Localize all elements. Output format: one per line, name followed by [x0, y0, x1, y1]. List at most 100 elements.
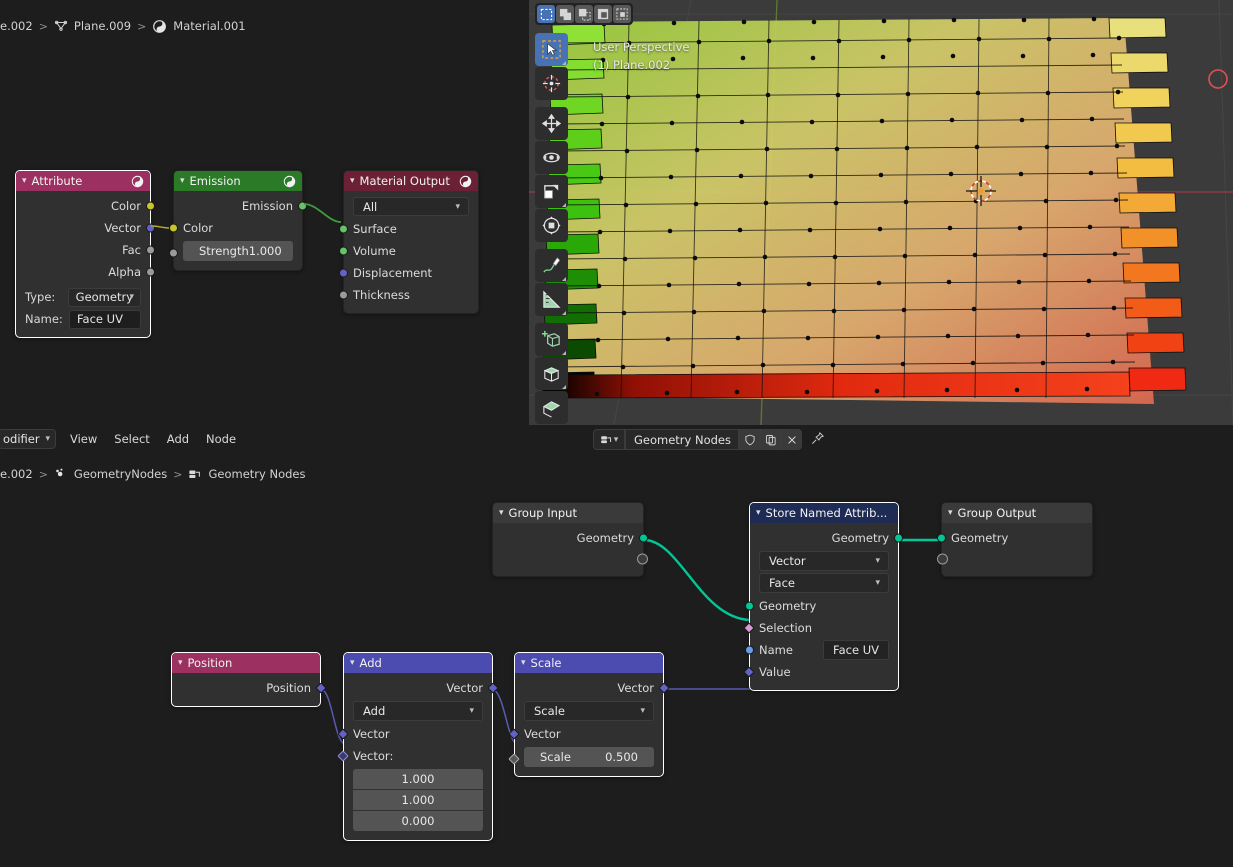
vector-y-field[interactable]: 1.000	[353, 790, 483, 810]
node-group-output[interactable]: ▾ Group Output Geometry	[937, 502, 1093, 577]
node-store-named-attribute[interactable]: ▾ Store Named Attrib... Geometry Vector …	[743, 502, 903, 691]
data-type-dropdown[interactable]: Vector ▾	[759, 551, 889, 571]
socket-virtual-add[interactable]	[637, 553, 648, 565]
viewport-3d[interactable]: User Perspective (1) Plane.002	[529, 0, 1233, 425]
measure-tool[interactable]	[535, 283, 568, 316]
chevron-down-icon[interactable]: ▾	[350, 176, 355, 186]
socket-vector-b[interactable]	[337, 750, 349, 762]
socket-color[interactable]	[146, 201, 155, 211]
socket-name[interactable]	[745, 645, 754, 655]
socket-position-out[interactable]	[315, 682, 327, 694]
chevron-down-icon[interactable]: ▾	[178, 658, 183, 668]
render-target-dropdown[interactable]: All ▾	[353, 197, 469, 216]
menu-view[interactable]: View	[70, 432, 97, 446]
node-group-type-button[interactable]: ▾	[593, 429, 625, 450]
cursor-tool[interactable]	[535, 67, 568, 100]
node-vector-math-add-header[interactable]: ▾ Add	[344, 653, 492, 673]
menu-select[interactable]: Select	[114, 432, 149, 446]
scale-tool[interactable]	[535, 175, 568, 208]
node-emission-header[interactable]: ▾ Emission	[174, 171, 302, 191]
socket-vector-in[interactable]	[508, 728, 520, 740]
socket-displacement[interactable]	[339, 268, 348, 278]
editor-type-selector[interactable]: odifier ▾	[0, 429, 56, 449]
move-tool[interactable]	[535, 107, 568, 140]
unlink-x-icon[interactable]	[781, 429, 802, 450]
geo-breadcrumb-nodetree[interactable]: Geometry Nodes	[208, 467, 305, 481]
annotate-tool[interactable]	[535, 249, 568, 282]
viewport-toolbar[interactable]	[535, 33, 568, 425]
node-store-named-attribute-header[interactable]: ▾ Store Named Attrib...	[750, 503, 898, 523]
socket-color-in[interactable]	[169, 223, 178, 233]
socket-thickness[interactable]	[339, 290, 348, 300]
socket-volume[interactable]	[339, 246, 348, 256]
socket-scale-in[interactable]	[508, 753, 520, 765]
socket-geometry-in[interactable]	[937, 533, 946, 543]
node-attribute[interactable]: ▾ Attribute Color Vector Fac Alpha Type:…	[15, 170, 155, 338]
transform-tool[interactable]	[535, 209, 568, 242]
vector-z-field[interactable]: 0.000	[353, 811, 483, 831]
node-vector-math-add[interactable]: ▾ Add Vector Add ▾ Vector Vector: 1.000	[337, 652, 499, 841]
socket-vector-a[interactable]	[337, 728, 349, 740]
attribute-name-field[interactable]: Face UV	[823, 640, 889, 660]
domain-dropdown[interactable]: Face ▾	[759, 573, 889, 593]
node-emission[interactable]: ▾ Emission Emission Color Strength 1.000	[169, 170, 307, 271]
breadcrumb-material[interactable]: Material.001	[173, 19, 245, 33]
node-position[interactable]: ▾ Position Position	[171, 652, 327, 707]
node-vector-math-scale[interactable]: ▾ Scale Vector Scale ▾ Vector Scale 0.50…	[508, 652, 670, 777]
select-mode-group[interactable]	[535, 3, 633, 25]
socket-emission-out[interactable]	[298, 201, 307, 211]
socket-virtual-add[interactable]	[937, 553, 948, 565]
chevron-down-icon[interactable]: ▾	[180, 176, 185, 186]
chevron-down-icon[interactable]: ▾	[350, 658, 355, 668]
node-group-input[interactable]: ▾ Group Input Geometry	[492, 502, 648, 577]
geometry-editor-menus[interactable]: View Select Add Node	[70, 432, 236, 446]
socket-geometry-in[interactable]	[745, 601, 754, 611]
attribute-type-dropdown[interactable]: Geometry ▾	[67, 287, 141, 307]
node-group-output-header[interactable]: ▾ Group Output	[942, 503, 1092, 523]
chevron-down-icon[interactable]: ▾	[948, 508, 953, 518]
socket-strength-in[interactable]	[169, 248, 178, 258]
socket-surface[interactable]	[339, 224, 348, 234]
strength-value-widget[interactable]: Strength 1.000	[183, 241, 293, 261]
operation-dropdown[interactable]: Add ▾	[353, 701, 483, 721]
socket-vector-out[interactable]	[487, 682, 499, 694]
chevron-down-icon[interactable]: ▾	[521, 658, 526, 668]
node-group-input-header[interactable]: ▾ Group Input	[493, 503, 643, 523]
socket-selection[interactable]	[743, 622, 755, 634]
select-mode-extend[interactable]	[556, 5, 574, 23]
node-attribute-header[interactable]: ▾ Attribute	[16, 171, 150, 191]
geo-breadcrumb-modifier[interactable]: GeometryNodes	[74, 467, 167, 481]
operation-dropdown[interactable]: Scale ▾	[524, 701, 654, 721]
socket-value[interactable]	[743, 666, 755, 678]
socket-alpha[interactable]	[146, 267, 155, 277]
select-mode-subtract[interactable]	[575, 5, 593, 23]
add-cube-tool[interactable]	[535, 323, 568, 356]
rotate-tool[interactable]	[535, 141, 568, 174]
node-material-output-header[interactable]: ▾ Material Output	[344, 171, 478, 191]
socket-fac[interactable]	[146, 245, 155, 255]
chevron-down-icon[interactable]: ▾	[756, 508, 761, 518]
inset-faces-tool[interactable]	[535, 391, 568, 424]
extrude-region-tool[interactable]	[535, 357, 568, 390]
select-mode-intersect[interactable]	[613, 5, 631, 23]
tweak-select-box-tool[interactable]	[535, 33, 568, 66]
vector-x-field[interactable]: 1.000	[353, 769, 483, 789]
socket-vector[interactable]	[146, 223, 155, 233]
fake-user-shield-icon[interactable]	[739, 429, 760, 450]
attribute-name-field[interactable]: Face UV	[69, 309, 141, 329]
breadcrumb-object[interactable]: Plane.009	[74, 19, 131, 33]
geo-breadcrumb-object[interactable]: e.002	[0, 467, 33, 481]
node-position-header[interactable]: ▾ Position	[172, 653, 320, 673]
socket-vector-out[interactable]	[658, 682, 670, 694]
pin-icon[interactable]	[810, 431, 825, 449]
node-group-name-field[interactable]: Geometry Nodes	[625, 429, 739, 450]
menu-add[interactable]: Add	[167, 432, 189, 446]
node-group-controls[interactable]: ▾ Geometry Nodes	[593, 429, 825, 450]
new-copy-icon[interactable]	[760, 429, 781, 450]
chevron-down-icon[interactable]: ▾	[22, 176, 27, 186]
node-vector-math-scale-header[interactable]: ▾ Scale	[515, 653, 663, 673]
socket-geometry-out[interactable]	[639, 533, 648, 543]
breadcrumb-scene[interactable]: e.002	[0, 19, 33, 33]
select-mode-invert[interactable]	[594, 5, 612, 23]
select-mode-set[interactable]	[537, 5, 555, 23]
